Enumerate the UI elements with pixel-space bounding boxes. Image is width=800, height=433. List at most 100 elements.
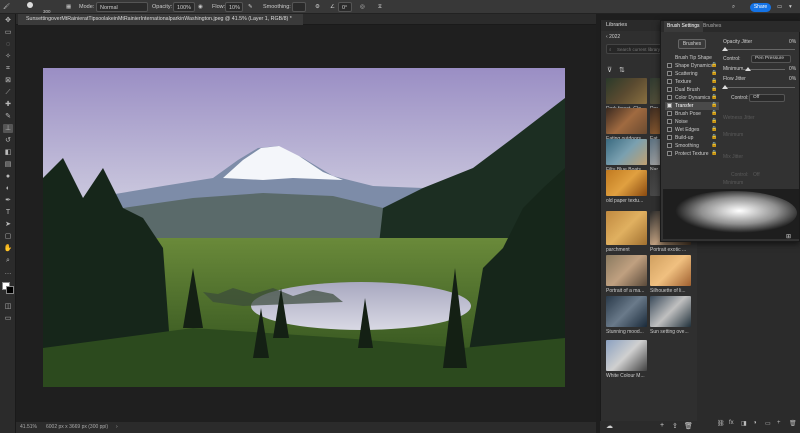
brush-option-checkbox[interactable] — [667, 127, 672, 132]
minimum-slider-thumb[interactable] — [745, 67, 751, 71]
sort-icon[interactable]: ⇅ — [619, 66, 625, 74]
flow-jitter-value[interactable]: 0% — [789, 75, 796, 83]
dodge-tool-icon[interactable]: ◐ — [3, 184, 13, 193]
eyedropper-tool-icon[interactable]: ⟋ — [3, 88, 13, 97]
hand-tool-icon[interactable]: ✋ — [3, 244, 13, 253]
control2-select[interactable]: Off — [749, 94, 785, 102]
smoothing-input[interactable] — [292, 2, 306, 12]
mode-select[interactable]: Normal — [96, 2, 148, 12]
brush-option-row[interactable]: Brush Tip Shape — [665, 54, 719, 62]
brush-option-row[interactable]: Brush Pose 🔒 — [665, 110, 719, 118]
brush-option-checkbox[interactable] — [667, 71, 672, 76]
brush-option-checkbox[interactable] — [667, 87, 672, 92]
lock-icon[interactable]: 🔒 — [711, 150, 717, 156]
lock-icon[interactable]: 🔒 — [711, 70, 717, 76]
arrange-icon[interactable]: ▾ — [789, 2, 792, 12]
lock-icon[interactable]: 🔒 — [711, 142, 717, 148]
angle-input[interactable]: 0° — [338, 2, 352, 12]
screen-mode-icon[interactable]: ▭ — [3, 314, 13, 323]
workspace-icon[interactable]: ▭ — [777, 2, 782, 12]
layer-mask-icon[interactable]: ◨ — [741, 420, 747, 427]
brush-option-row[interactable]: Noise 🔒 — [665, 118, 719, 126]
path-selection-icon[interactable]: ➤ — [3, 220, 13, 229]
clone-stamp-icon[interactable]: ⊥ — [3, 124, 13, 133]
artboard-tool-icon[interactable]: ▭ — [3, 28, 13, 37]
delete-icon[interactable]: 🗑 — [684, 422, 693, 430]
library-selector[interactable]: ‹ 2022 — [606, 34, 620, 40]
tab-brush-settings[interactable]: Brush Settings — [664, 21, 703, 32]
tab-brushes[interactable]: Brushes — [703, 21, 721, 32]
frame-tool-icon[interactable]: ⊠ — [3, 76, 13, 85]
lock-icon[interactable]: 🔒 — [711, 102, 717, 108]
zoom-tool-icon[interactable]: ⌕ — [3, 256, 13, 265]
document-tab[interactable]: SunsettingoverMtRainieratTipsoolakeinMtR… — [18, 14, 303, 25]
library-item-thumbnail[interactable] — [606, 340, 647, 371]
brushes-button[interactable]: Brushes — [678, 39, 706, 49]
library-item-thumbnail[interactable] — [606, 139, 647, 165]
brush-option-row[interactable]: Dual Brush 🔒 — [665, 86, 719, 94]
eraser-tool-icon[interactable]: ◧ — [3, 148, 13, 157]
share-button[interactable]: Share — [750, 3, 771, 12]
zoom-level[interactable]: 41.51% — [20, 422, 37, 433]
brush-option-row[interactable]: Build-up 🔒 — [665, 134, 719, 142]
brush-option-checkbox[interactable] — [667, 103, 672, 108]
brush-option-checkbox[interactable] — [667, 111, 672, 116]
symmetry-icon[interactable]: ⧖ — [378, 2, 382, 12]
background-color-swatch[interactable] — [6, 286, 14, 294]
delete-layer-icon[interactable]: 🗑 — [789, 420, 797, 427]
minimum-value[interactable]: 0% — [789, 65, 796, 73]
spot-healing-icon[interactable]: ✚ — [3, 100, 13, 109]
brush-tool-icon-side[interactable]: ✎ — [3, 112, 13, 121]
quick-mask-icon[interactable]: ◫ — [3, 302, 13, 311]
opacity-jitter-slider[interactable] — [723, 49, 795, 50]
brush-option-row[interactable]: Texture 🔒 — [665, 78, 719, 86]
library-item-thumbnail[interactable] — [650, 255, 691, 286]
flow-input[interactable]: 10% — [225, 2, 243, 12]
history-brush-icon[interactable]: ↺ — [3, 136, 13, 145]
status-menu-chevron-icon[interactable]: › — [116, 422, 118, 433]
angle-icon[interactable]: ∠ — [330, 2, 335, 12]
cloud-icon[interactable]: ☁ — [606, 422, 613, 430]
lock-icon[interactable]: 🔒 — [711, 78, 717, 84]
library-item-thumbnail[interactable] — [606, 170, 647, 196]
opacity-jitter-value[interactable]: 0% — [789, 38, 796, 46]
library-item-thumbnail[interactable] — [606, 211, 647, 245]
brush-option-row[interactable]: Protect Texture 🔒 — [665, 150, 719, 158]
more-tools-icon[interactable]: … — [3, 268, 13, 277]
lock-icon[interactable]: 🔒 — [711, 118, 717, 124]
brush-option-row[interactable]: Color Dynamics 🔒 — [665, 94, 719, 102]
lock-icon[interactable]: 🔒 — [711, 94, 717, 100]
new-layer-icon[interactable]: + — [777, 420, 781, 426]
library-item-thumbnail[interactable] — [606, 108, 647, 134]
pressure-opacity-icon[interactable]: ◉ — [198, 2, 203, 12]
brush-option-checkbox[interactable] — [667, 119, 672, 124]
brush-option-row[interactable]: Wet Edges 🔒 — [665, 126, 719, 134]
lock-icon[interactable]: 🔒 — [711, 126, 717, 132]
layer-style-icon[interactable]: fx — [729, 420, 734, 426]
lock-icon[interactable]: 🔒 — [711, 134, 717, 140]
brush-option-row[interactable]: Transfer 🔒 — [665, 102, 719, 110]
brush-option-checkbox[interactable] — [667, 135, 672, 140]
brush-option-checkbox[interactable] — [667, 63, 672, 68]
pressure-size-icon[interactable]: ◎ — [360, 2, 365, 12]
brush-option-checkbox[interactable] — [667, 143, 672, 148]
lasso-tool-icon[interactable]: ◌ — [3, 40, 13, 49]
brush-tool-icon[interactable]: 🖌 — [3, 2, 10, 12]
lock-icon[interactable]: 🔒 — [711, 62, 717, 68]
brush-option-row[interactable]: Smoothing 🔒 — [665, 142, 719, 150]
magic-wand-icon[interactable]: ✧ — [3, 52, 13, 61]
library-item-thumbnail[interactable] — [606, 78, 647, 104]
link-layers-icon[interactable]: ⛓ — [717, 420, 725, 427]
smoothing-settings-gear-icon[interactable]: ⚙ — [315, 2, 320, 12]
lock-icon[interactable]: 🔒 — [711, 86, 717, 92]
brush-preset-picker[interactable] — [18, 0, 36, 10]
search-icon[interactable]: ⌕ — [732, 2, 735, 12]
library-item-thumbnail[interactable] — [650, 296, 691, 327]
opacity-input[interactable]: 100% — [173, 2, 195, 12]
brush-option-checkbox[interactable] — [667, 151, 672, 156]
control-select[interactable]: Pen Pressure — [751, 55, 791, 63]
airbrush-icon[interactable]: ✎ — [248, 2, 253, 12]
brush-option-row[interactable]: Shape Dynamics 🔒 — [665, 62, 719, 70]
document-image[interactable] — [43, 68, 565, 387]
brush-panel-toggle-icon[interactable]: ▦ — [66, 2, 71, 12]
